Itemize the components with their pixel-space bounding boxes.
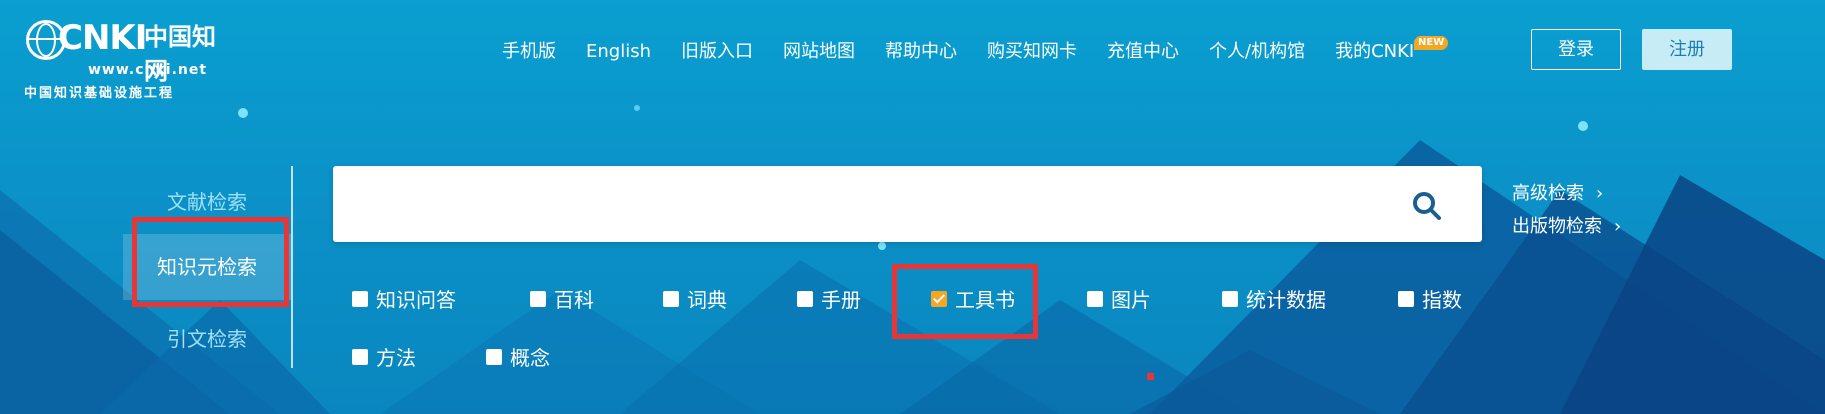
login-button[interactable]: 登录 <box>1531 29 1621 70</box>
highlight-box-checkbox <box>892 264 1038 339</box>
checkbox-label: 指数 <box>1422 288 1462 312</box>
checkbox-methods[interactable]: 方法 <box>352 342 416 371</box>
checkbox-box <box>1222 290 1238 307</box>
checkbox-knowledge-qa[interactable]: 知识问答 <box>352 284 456 313</box>
new-badge: NEW <box>1414 36 1449 50</box>
logo-subtitle: 中国知识基础设施工程 <box>24 86 175 101</box>
checkbox-box <box>1087 290 1103 307</box>
checkbox-box <box>663 290 679 307</box>
logo-url: www.cnki.net <box>88 62 208 78</box>
tab-divider <box>291 166 293 368</box>
register-button[interactable]: 注册 <box>1642 29 1732 70</box>
checkbox-statistics[interactable]: 统计数据 <box>1222 284 1326 313</box>
search-input[interactable] <box>333 166 1393 242</box>
nav-help[interactable]: 帮助中心 <box>885 40 957 64</box>
tab-citation-search[interactable]: 引文检索 <box>127 323 287 352</box>
checkbox-label: 概念 <box>510 346 550 370</box>
advanced-search-link[interactable]: 高级检索 › <box>1512 179 1603 205</box>
checkbox-label: 统计数据 <box>1246 288 1326 312</box>
checkbox-label: 知识问答 <box>376 288 456 312</box>
chevron-right-icon: › <box>1614 216 1622 237</box>
publication-search-link[interactable]: 出版物检索 › <box>1512 212 1621 238</box>
checkbox-dictionary[interactable]: 词典 <box>663 284 727 313</box>
search-icon[interactable] <box>1408 187 1446 225</box>
nav-buy-card[interactable]: 购买知网卡 <box>987 40 1077 64</box>
checkbox-box <box>352 348 368 365</box>
page: CNKI 中国知网 www.cnki.net 中国知识基础设施工程 手机版 En… <box>0 0 1825 414</box>
nav-personal-library[interactable]: 个人/机构馆 <box>1209 40 1305 64</box>
publication-search-label: 出版物检索 <box>1512 216 1602 237</box>
checkbox-box <box>530 290 546 307</box>
checkbox-label: 词典 <box>687 288 727 312</box>
nav-sitemap[interactable]: 网站地图 <box>783 40 855 64</box>
nav-recharge[interactable]: 充值中心 <box>1107 40 1179 64</box>
nav-my-cnki[interactable]: 我的CNKI NEW <box>1335 36 1449 64</box>
top-nav: 手机版 English 旧版入口 网站地图 帮助中心 购买知网卡 充值中心 个人… <box>502 36 1449 64</box>
checkbox-label: 百科 <box>554 288 594 312</box>
nav-mobile[interactable]: 手机版 <box>502 40 556 64</box>
checkbox-label: 方法 <box>376 346 416 370</box>
nav-english[interactable]: English <box>586 40 651 64</box>
checkbox-box <box>1398 290 1414 307</box>
checkbox-box <box>352 290 368 307</box>
chevron-right-icon: › <box>1596 183 1604 204</box>
tab-literature-search[interactable]: 文献检索 <box>127 186 287 215</box>
checkbox-encyclopedia[interactable]: 百科 <box>530 284 594 313</box>
checkbox-box <box>486 348 502 365</box>
checkbox-box <box>797 290 813 307</box>
checkbox-label: 图片 <box>1111 288 1151 312</box>
checkbox-images[interactable]: 图片 <box>1087 284 1151 313</box>
logo-brand: CNKI <box>58 18 147 58</box>
nav-my-cnki-label: 我的CNKI <box>1335 41 1415 62</box>
checkbox-index[interactable]: 指数 <box>1398 284 1462 313</box>
checkbox-label: 手册 <box>821 288 861 312</box>
highlight-box-tab <box>132 217 289 307</box>
checkbox-concepts[interactable]: 概念 <box>486 342 550 371</box>
search-box <box>333 166 1482 242</box>
advanced-search-label: 高级检索 <box>1512 183 1584 204</box>
cnki-logo[interactable]: CNKI 中国知网 www.cnki.net 中国知识基础设施工程 <box>24 18 234 101</box>
nav-old-version[interactable]: 旧版入口 <box>681 40 753 64</box>
checkbox-handbook[interactable]: 手册 <box>797 284 861 313</box>
